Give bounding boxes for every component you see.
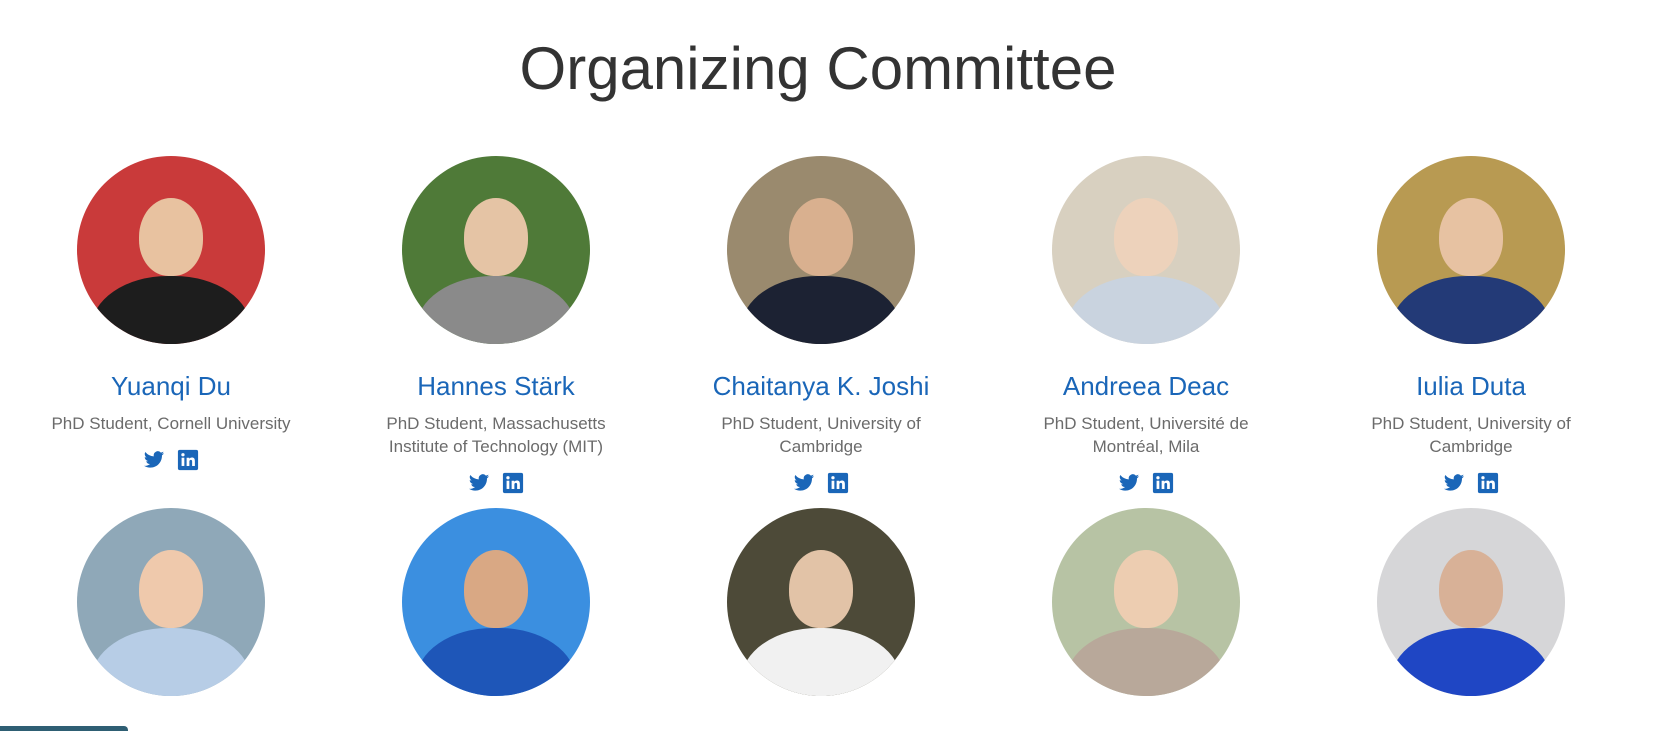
linkedin-icon[interactable] — [502, 472, 524, 494]
member-name[interactable]: Hannes Stärk — [334, 370, 658, 402]
avatar — [77, 508, 265, 696]
twitter-icon[interactable] — [793, 472, 815, 494]
member-role: PhD Student, Massachusetts Institute of … — [386, 414, 606, 456]
avatar — [402, 156, 590, 344]
member-card: Yuanqi Du PhD Student, Cornell Universit… — [9, 156, 333, 471]
twitter-icon[interactable] — [468, 472, 490, 494]
member-card: Iulia Duta PhD Student, University of Ca… — [1309, 156, 1633, 494]
member-card — [9, 508, 333, 696]
social-links — [9, 449, 333, 471]
linkedin-icon[interactable] — [1477, 472, 1499, 494]
social-links — [984, 472, 1308, 494]
member-role: PhD Student, University of Cambridge — [721, 414, 921, 456]
linkedin-icon[interactable] — [827, 472, 849, 494]
twitter-icon[interactable] — [1118, 472, 1140, 494]
avatar — [1377, 156, 1565, 344]
avatar — [77, 156, 265, 344]
member-role: PhD Student, Cornell University — [51, 414, 291, 433]
member-name[interactable]: Andreea Deac — [984, 370, 1308, 402]
bottom-bar[interactable] — [0, 726, 128, 731]
member-card — [984, 508, 1308, 696]
member-card: Chaitanya K. Joshi PhD Student, Universi… — [659, 156, 983, 494]
avatar — [727, 508, 915, 696]
linkedin-icon[interactable] — [177, 449, 199, 471]
member-role: PhD Student, Université de Montréal, Mil… — [1043, 414, 1249, 456]
social-links — [334, 472, 658, 494]
member-card — [334, 508, 658, 696]
social-links — [659, 472, 983, 494]
member-name[interactable]: Iulia Duta — [1309, 370, 1633, 402]
avatar — [727, 156, 915, 344]
avatar — [1052, 156, 1240, 344]
avatar — [1377, 508, 1565, 696]
member-card — [659, 508, 983, 696]
social-links — [1309, 472, 1633, 494]
page-title: Organizing Committee — [519, 35, 1117, 102]
member-name[interactable]: Yuanqi Du — [9, 370, 333, 402]
member-card: Hannes Stärk PhD Student, Massachusetts … — [334, 156, 658, 494]
member-card: Andreea Deac PhD Student, Université de … — [984, 156, 1308, 494]
avatar — [1052, 508, 1240, 696]
member-role: PhD Student, University of Cambridge — [1371, 414, 1571, 456]
member-name[interactable]: Chaitanya K. Joshi — [659, 370, 983, 402]
twitter-icon[interactable] — [1443, 472, 1465, 494]
linkedin-icon[interactable] — [1152, 472, 1174, 494]
member-card — [1309, 508, 1633, 696]
twitter-icon[interactable] — [143, 449, 165, 471]
avatar — [402, 508, 590, 696]
